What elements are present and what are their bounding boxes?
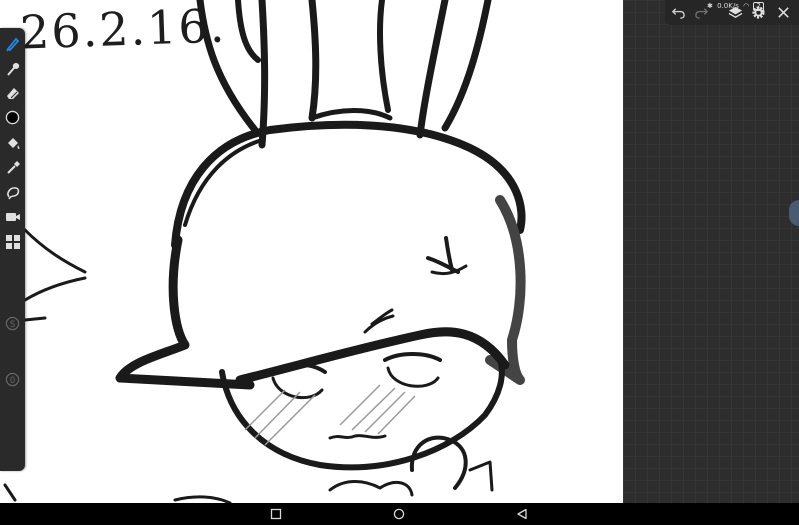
triangle-back-icon bbox=[517, 508, 527, 520]
symmetry-icon: S bbox=[5, 316, 20, 331]
status-bar: ✱ 0.0K/s ◠ 2 bbox=[707, 2, 766, 12]
smudge-icon bbox=[6, 62, 19, 76]
undo-icon bbox=[671, 8, 685, 19]
eraser-tool[interactable] bbox=[3, 83, 22, 102]
color-picker[interactable] bbox=[3, 108, 22, 127]
undo-button[interactable] bbox=[670, 4, 687, 21]
drawing-canvas[interactable]: 26.2.16. bbox=[0, 0, 623, 503]
color-swatch-icon bbox=[5, 110, 20, 125]
bluetooth-icon: ✱ bbox=[707, 2, 713, 10]
close-icon bbox=[778, 7, 789, 18]
side-panel-handle[interactable] bbox=[789, 200, 799, 226]
video-camera-icon bbox=[5, 212, 20, 221]
brush-tool[interactable] bbox=[3, 34, 22, 53]
network-speed: 0.0K/s bbox=[717, 2, 739, 10]
lasso-icon bbox=[6, 186, 19, 199]
drawing-app: 26.2.16. S 0 ✱ 0.0K/s ◠ 2 bbox=[0, 0, 799, 525]
tool-sidebar: S 0 bbox=[0, 28, 25, 471]
fill-tool[interactable] bbox=[3, 133, 22, 152]
home-button[interactable] bbox=[392, 507, 406, 521]
opacity-label: 0 bbox=[10, 375, 15, 385]
system-nav-bar bbox=[0, 503, 799, 525]
square-icon bbox=[270, 508, 282, 520]
brush-icon bbox=[5, 37, 19, 51]
paint-bucket-icon bbox=[7, 137, 19, 149]
lasso-tool[interactable] bbox=[3, 183, 22, 202]
sketch-artwork bbox=[3, 0, 526, 503]
workspace-background bbox=[623, 0, 799, 503]
back-button[interactable] bbox=[515, 507, 529, 521]
circle-icon bbox=[393, 508, 405, 520]
symmetry-button[interactable]: S bbox=[3, 314, 22, 333]
opacity-icon: 0 bbox=[5, 372, 20, 387]
wifi-icon: ◠ bbox=[743, 2, 750, 10]
eyedropper-tool[interactable] bbox=[3, 158, 22, 177]
gallery-tool[interactable] bbox=[3, 232, 22, 251]
eyedropper-icon bbox=[6, 160, 20, 174]
smudge-tool[interactable] bbox=[3, 59, 22, 78]
grid-icon bbox=[5, 234, 20, 249]
battery-indicator: 2 bbox=[753, 2, 764, 11]
recents-button[interactable] bbox=[269, 507, 283, 521]
opacity-button[interactable]: 0 bbox=[3, 370, 22, 389]
record-tool[interactable] bbox=[3, 207, 22, 226]
symmetry-label: S bbox=[10, 319, 15, 329]
eraser-icon bbox=[6, 87, 19, 99]
close-button[interactable] bbox=[775, 4, 792, 21]
